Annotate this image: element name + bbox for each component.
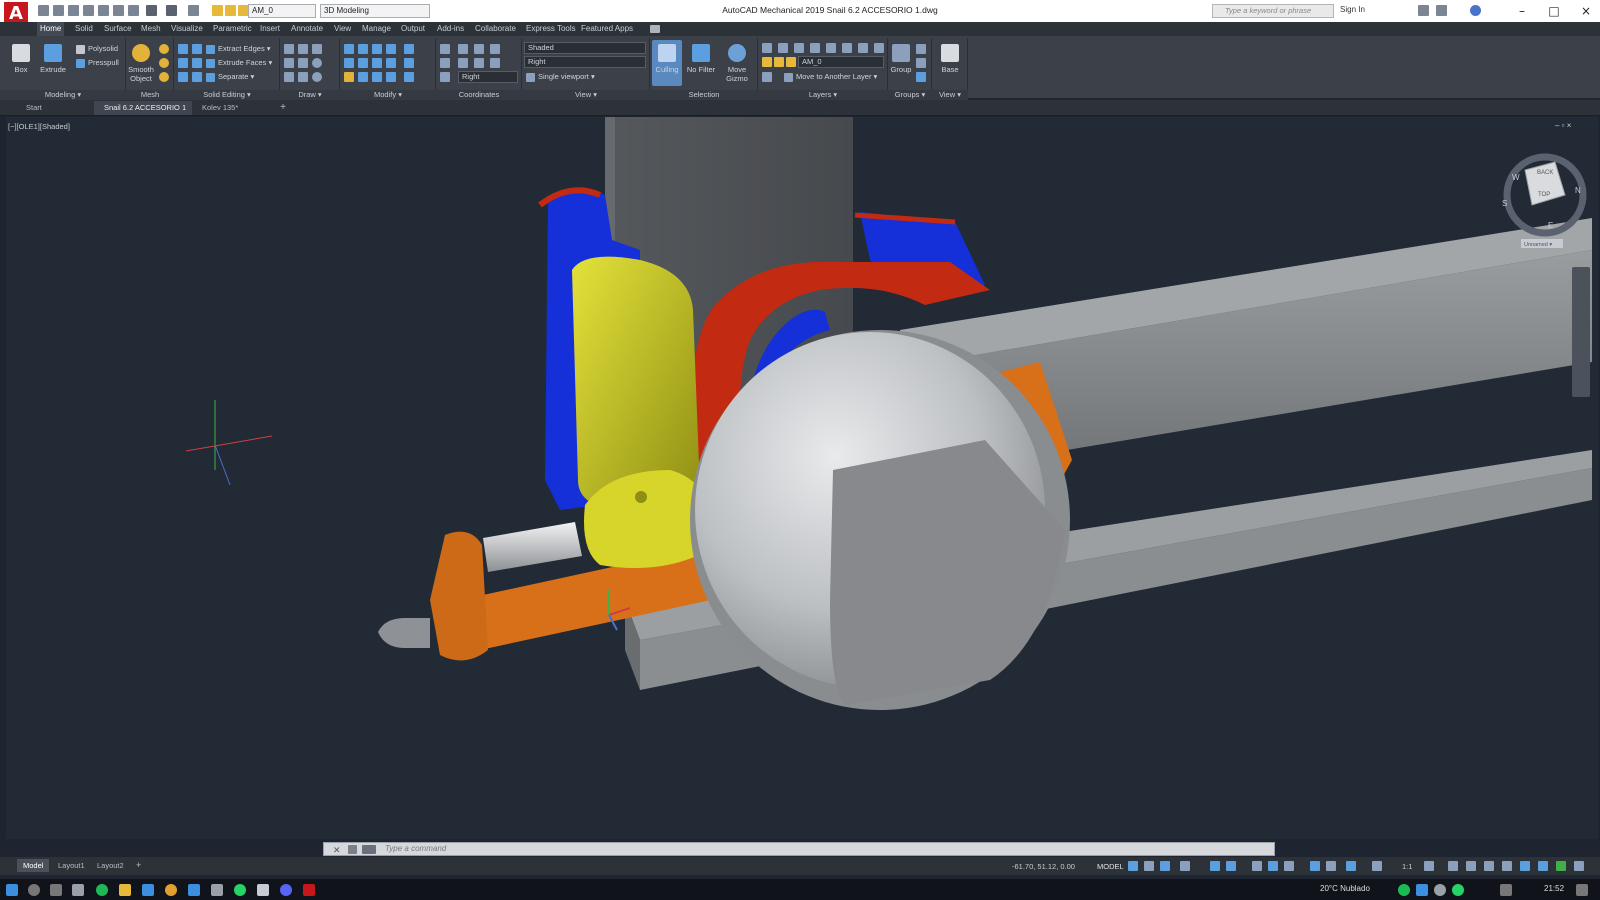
cone-tip (378, 618, 430, 648)
model-scene[interactable]: BACK TOP N S E W Unnamed ▾ (0, 0, 1600, 900)
collar-hole (635, 491, 647, 503)
tray-app-icon[interactable] (1434, 884, 1446, 896)
viewcube-back-face[interactable]: BACK (1537, 170, 1553, 176)
add-layout-button[interactable]: + (136, 860, 141, 870)
tray-whatsapp-icon[interactable] (1452, 884, 1464, 896)
yellow-body (572, 256, 700, 510)
tray-spotify-icon[interactable] (1398, 884, 1410, 896)
transparency-icon[interactable] (1268, 861, 1278, 871)
file-explorer-icon[interactable] (119, 884, 131, 896)
silver-rod (483, 522, 582, 572)
weather-widget[interactable]: 20°C Nublado (1320, 884, 1370, 893)
viewcube-top-face[interactable]: TOP (1538, 192, 1550, 198)
annotation-scale[interactable]: 1:1 (1402, 862, 1412, 871)
annotation-visibility-icon[interactable] (1372, 861, 1382, 871)
isodraft-icon[interactable] (1210, 861, 1220, 871)
app-pin-icon[interactable] (72, 884, 84, 896)
viewcube-cube[interactable] (1524, 161, 1566, 206)
ucs-menu-label[interactable]: Unnamed ▾ (1524, 242, 1552, 248)
viewcube-north[interactable]: N (1575, 186, 1581, 195)
store-icon[interactable] (188, 884, 200, 896)
search-icon[interactable] (28, 884, 40, 896)
command-line[interactable] (323, 842, 1275, 856)
layout-tab-layout1[interactable]: Layout1 (52, 859, 91, 872)
units-icon[interactable] (1466, 861, 1476, 871)
isolate-objects-icon[interactable] (1520, 861, 1530, 871)
orange-clamp-end (430, 531, 488, 661)
tray-network-icon[interactable] (1416, 884, 1428, 896)
coordinate-readout[interactable]: -61.70, 51.12, 0.00 (1012, 862, 1075, 871)
3d-osnap-icon[interactable] (1310, 861, 1320, 871)
windows-start-icon[interactable] (6, 884, 18, 896)
lock-ui-icon[interactable] (1502, 861, 1512, 871)
navigation-bar[interactable] (1572, 267, 1590, 397)
selection-cycling-icon[interactable] (1284, 861, 1294, 871)
ortho-icon[interactable] (1160, 861, 1170, 871)
quick-properties-icon[interactable] (1484, 861, 1494, 871)
task-view-icon[interactable] (50, 884, 62, 896)
workspace-gear-icon[interactable] (1424, 861, 1434, 871)
volume-icon[interactable] (1500, 884, 1512, 896)
steam-icon[interactable] (211, 884, 223, 896)
viewcube-west[interactable]: W (1512, 173, 1520, 182)
layout-tab-model[interactable]: Model (17, 859, 50, 872)
model-space-toggle[interactable]: MODEL (1097, 862, 1124, 871)
command-input[interactable]: Type a command (385, 843, 446, 855)
autocad-window: A AM_0 3D Modeling AutoCAD Mechanical 20… (0, 0, 1600, 900)
viewcube-south[interactable]: S (1502, 199, 1507, 208)
monitor-app-icon[interactable] (142, 884, 154, 896)
notifications-icon[interactable] (1576, 884, 1588, 896)
whatsapp-icon[interactable] (234, 884, 246, 896)
annotation-monitor-icon[interactable] (1448, 861, 1458, 871)
lineweight-icon[interactable] (1252, 861, 1262, 871)
viewcube-east[interactable]: E (1548, 221, 1553, 230)
polar-icon[interactable] (1180, 861, 1190, 871)
spotify-icon[interactable] (96, 884, 108, 896)
taskbar-clock[interactable]: 21:52 (1544, 884, 1564, 893)
hardware-acceleration-icon[interactable] (1538, 861, 1548, 871)
document-app-icon[interactable] (257, 884, 269, 896)
chrome-icon[interactable] (165, 884, 177, 896)
grid-icon[interactable] (1128, 861, 1138, 871)
clean-screen-icon[interactable] (1556, 861, 1566, 871)
autocad-taskbar-icon[interactable] (303, 884, 315, 896)
customization-menu-icon[interactable] (1574, 861, 1584, 871)
gizmo-status-icon[interactable] (1346, 861, 1356, 871)
status-bar: Model Layout1 Layout2 + (0, 857, 1600, 875)
layout-tab-layout2[interactable]: Layout2 (91, 859, 130, 872)
command-history-icon[interactable] (362, 845, 376, 854)
ucs-z-axis (214, 444, 231, 486)
discord-icon[interactable] (280, 884, 292, 896)
ucs-x-axis (185, 435, 273, 452)
command-customize-icon[interactable] (348, 845, 357, 854)
command-close-icon[interactable]: ✕ (333, 845, 341, 855)
snap-icon[interactable] (1144, 861, 1154, 871)
object-snap-tracking-icon[interactable] (1226, 861, 1236, 871)
dynamic-ucs-icon[interactable] (1326, 861, 1336, 871)
